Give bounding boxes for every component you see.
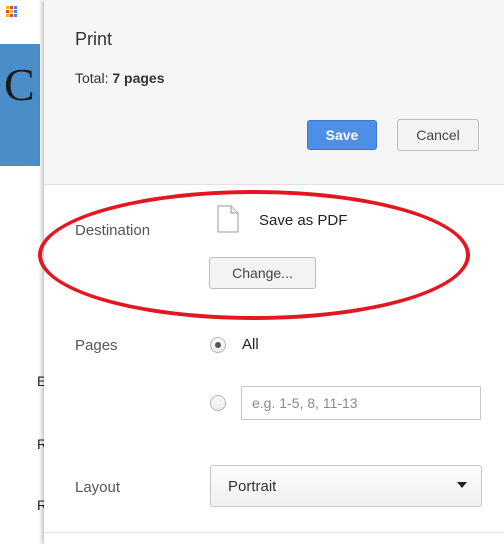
layout-label: Layout <box>75 479 121 496</box>
destination-name: Save as PDF <box>259 212 348 229</box>
cancel-button[interactable]: Cancel <box>397 119 479 151</box>
pages-custom-radio[interactable] <box>210 395 226 411</box>
page-range-input[interactable] <box>241 386 481 420</box>
print-dialog: Print Total: 7 pages Save Cancel Destina… <box>44 0 504 544</box>
pages-all-radio[interactable] <box>210 337 226 353</box>
divider <box>44 532 504 533</box>
layout-select[interactable]: Portrait <box>210 465 482 507</box>
total-pages: Total: 7 pages <box>75 70 165 86</box>
dialog-title: Print <box>75 29 113 49</box>
change-destination-button[interactable]: Change... <box>209 257 316 289</box>
background-page: C E R R <box>0 0 47 544</box>
total-value: 7 pages <box>112 70 165 86</box>
pages-label: Pages <box>75 337 118 354</box>
destination-label: Destination <box>75 222 151 239</box>
dialog-header: Print Total: 7 pages Save Cancel <box>44 0 504 185</box>
chevron-down-icon <box>457 482 467 488</box>
page-heading-letter: C <box>4 59 35 110</box>
pages-all-label[interactable]: All <box>242 336 259 353</box>
layout-value: Portrait <box>228 478 277 495</box>
save-button[interactable]: Save <box>307 120 377 150</box>
apps-grid-icon[interactable] <box>6 6 18 18</box>
document-icon <box>217 205 239 233</box>
total-label: Total: <box>75 70 109 86</box>
